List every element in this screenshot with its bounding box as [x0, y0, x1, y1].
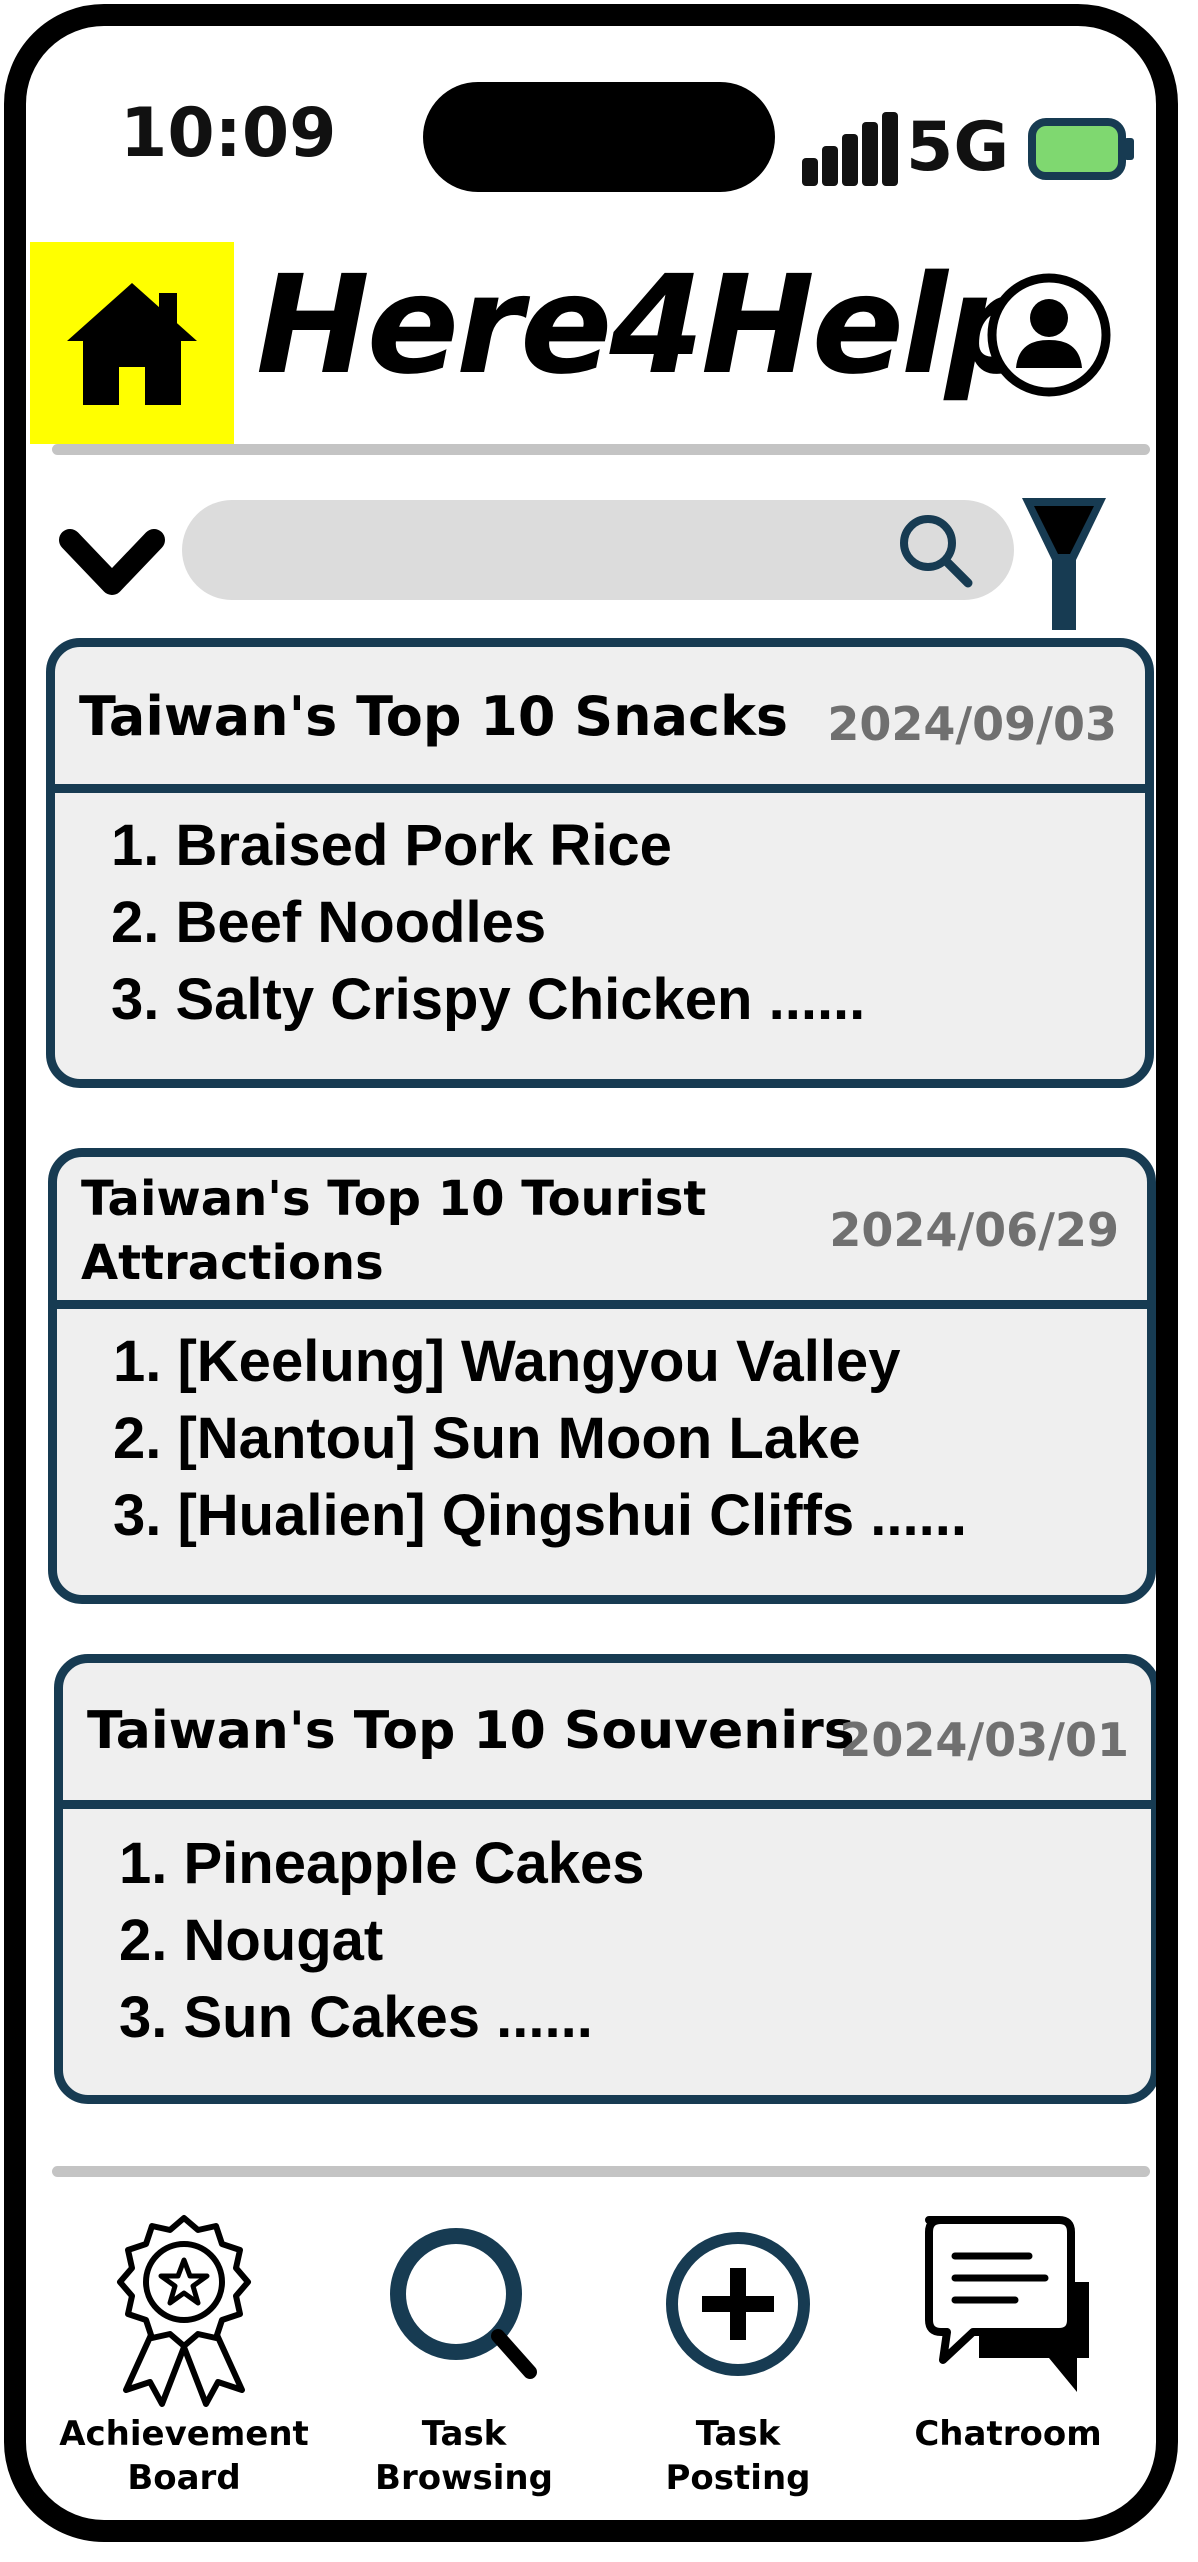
- list-item: 2. [Nantou] Sun Moon Lake: [113, 1406, 861, 1471]
- nav-label: Chatroom: [914, 2414, 1102, 2454]
- home-icon: [67, 283, 197, 405]
- plus-circle-icon: [666, 2232, 810, 2376]
- nav-chatroom[interactable]: Chatroom: [878, 2212, 1138, 2456]
- post-card-list: 1. Pineapple Cakes 2. Nougat 3. Sun Cake…: [119, 1825, 644, 2056]
- nav-task-posting[interactable]: Task Posting: [608, 2212, 868, 2500]
- nav-label: Task Posting: [665, 2414, 811, 2498]
- nav-achievement-board[interactable]: Achievement Board: [54, 2212, 314, 2500]
- filter-icon[interactable]: [1020, 496, 1108, 634]
- app-brand-title: Here4Help: [256, 247, 1042, 405]
- post-card-date: 2024/09/03: [827, 697, 1117, 751]
- status-time: 10:09: [120, 94, 337, 173]
- phone-frame: 10:09 5G Here4Help Taiwan's Top 10 Snack…: [4, 4, 1178, 2542]
- post-card-title-line: Attractions: [81, 1235, 384, 1291]
- signal-bars-icon: [802, 112, 898, 186]
- post-card-list: 1. [Keelung] Wangyou Valley 2. [Nantou] …: [113, 1323, 967, 1554]
- magnifier-icon: [390, 2228, 537, 2379]
- post-card-list: 1. Braised Pork Rice 2. Beef Noodles 3. …: [111, 807, 865, 1038]
- award-badge-icon: [117, 2215, 251, 2407]
- list-item: 2. Nougat: [119, 1908, 384, 1973]
- list-item: 2. Beef Noodles: [111, 890, 547, 955]
- post-card-title-line: Taiwan's Top 10 Tourist: [81, 1171, 707, 1227]
- post-card[interactable]: Taiwan's Top 10 Snacks 2024/09/03 1. Bra…: [46, 638, 1154, 1088]
- nav-divider: [52, 2166, 1150, 2177]
- battery-icon: [1028, 118, 1134, 180]
- post-card[interactable]: Taiwan's Top 10 Tourist Attractions 2024…: [48, 1148, 1156, 1604]
- header-divider: [52, 444, 1150, 455]
- post-card-date: 2024/06/29: [829, 1203, 1119, 1257]
- post-card-title: Taiwan's Top 10 Souvenirs: [87, 1701, 855, 1761]
- list-item: 1. Pineapple Cakes: [119, 1831, 645, 1896]
- list-item: 3. [Hualien] Qingshui Cliffs ......: [113, 1483, 967, 1548]
- list-item: 1. [Keelung] Wangyou Valley: [113, 1329, 901, 1394]
- nav-label: Task Browsing: [375, 2414, 553, 2498]
- list-item: 3. Salty Crispy Chicken ......: [111, 967, 866, 1032]
- home-button[interactable]: [30, 242, 234, 444]
- search-icon[interactable]: [896, 511, 974, 589]
- post-card-title: Taiwan's Top 10 Tourist Attractions: [81, 1167, 706, 1295]
- nav-label: Achievement Board: [59, 2414, 309, 2498]
- chevron-down-icon[interactable]: [58, 526, 166, 606]
- post-card-date: 2024/03/01: [839, 1713, 1129, 1767]
- nav-task-browsing[interactable]: Task Browsing: [334, 2212, 594, 2500]
- network-type: 5G: [906, 108, 1010, 187]
- search-input[interactable]: [222, 523, 896, 577]
- profile-icon[interactable]: [986, 272, 1112, 398]
- post-card-title: Taiwan's Top 10 Snacks: [79, 685, 789, 748]
- dynamic-island: [423, 82, 775, 192]
- search-bar[interactable]: [182, 500, 1014, 600]
- chat-bubbles-icon: [925, 2216, 1089, 2392]
- post-card[interactable]: Taiwan's Top 10 Souvenirs 2024/03/01 1. …: [54, 1654, 1156, 2104]
- list-item: 1. Braised Pork Rice: [111, 813, 672, 878]
- list-item: 3. Sun Cakes ......: [119, 1985, 593, 2050]
